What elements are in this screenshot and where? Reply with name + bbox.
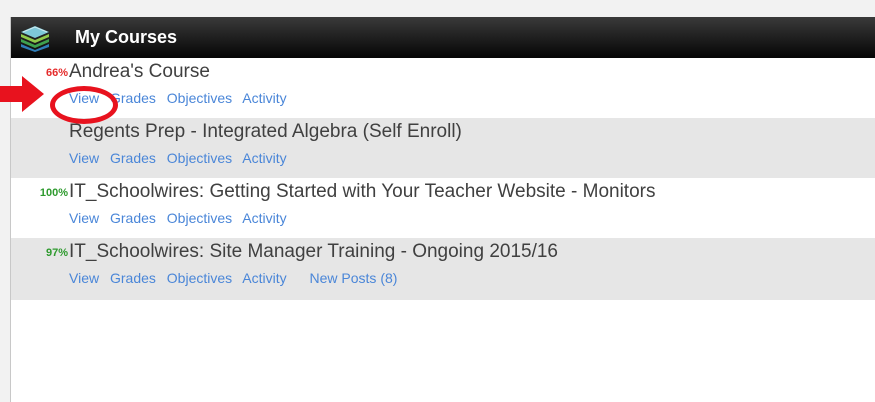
objectives-link[interactable]: Objectives	[167, 90, 232, 106]
course-item: 66% Andrea's Course View Grades Objectiv…	[11, 58, 875, 118]
course-title[interactable]: IT_Schoolwires: Getting Started with You…	[69, 181, 655, 203]
course-item: Regents Prep - Integrated Algebra (Self …	[11, 118, 875, 178]
course-links: View Grades Objectives Activity	[69, 210, 294, 226]
course-progress: 97%	[45, 247, 68, 259]
course-item: 97% IT_Schoolwires: Site Manager Trainin…	[11, 238, 875, 300]
activity-link[interactable]: Activity	[242, 90, 286, 106]
view-link[interactable]: View	[69, 210, 99, 226]
books-stack-icon	[21, 26, 49, 52]
course-title[interactable]: IT_Schoolwires: Site Manager Training - …	[69, 241, 558, 263]
my-courses-panel: My Courses 66% Andrea's Course View Grad…	[10, 17, 875, 402]
activity-link[interactable]: Activity	[242, 270, 286, 286]
course-title[interactable]: Regents Prep - Integrated Algebra (Self …	[69, 121, 462, 143]
course-title[interactable]: Andrea's Course	[69, 61, 210, 83]
activity-link[interactable]: Activity	[242, 210, 286, 226]
course-list: 66% Andrea's Course View Grades Objectiv…	[11, 58, 875, 300]
grades-link[interactable]: Grades	[110, 150, 156, 166]
my-courses-header: My Courses	[11, 17, 875, 58]
view-link[interactable]: View	[69, 270, 99, 286]
red-circle-annotation	[50, 86, 118, 124]
new-posts-link[interactable]: New Posts (8)	[310, 270, 398, 286]
course-progress: 100%	[39, 187, 68, 199]
course-links: View Grades Objectives Activity New Post…	[69, 270, 404, 286]
objectives-link[interactable]: Objectives	[167, 270, 232, 286]
course-progress: 66%	[45, 67, 68, 79]
objectives-link[interactable]: Objectives	[167, 150, 232, 166]
activity-link[interactable]: Activity	[242, 150, 286, 166]
course-links: View Grades Objectives Activity	[69, 150, 294, 166]
grades-link[interactable]: Grades	[110, 270, 156, 286]
objectives-link[interactable]: Objectives	[167, 210, 232, 226]
course-item: 100% IT_Schoolwires: Getting Started wit…	[11, 178, 875, 238]
panel-title: My Courses	[75, 27, 178, 47]
grades-link[interactable]: Grades	[110, 210, 156, 226]
red-arrow-annotation	[0, 76, 44, 112]
view-link[interactable]: View	[69, 150, 99, 166]
